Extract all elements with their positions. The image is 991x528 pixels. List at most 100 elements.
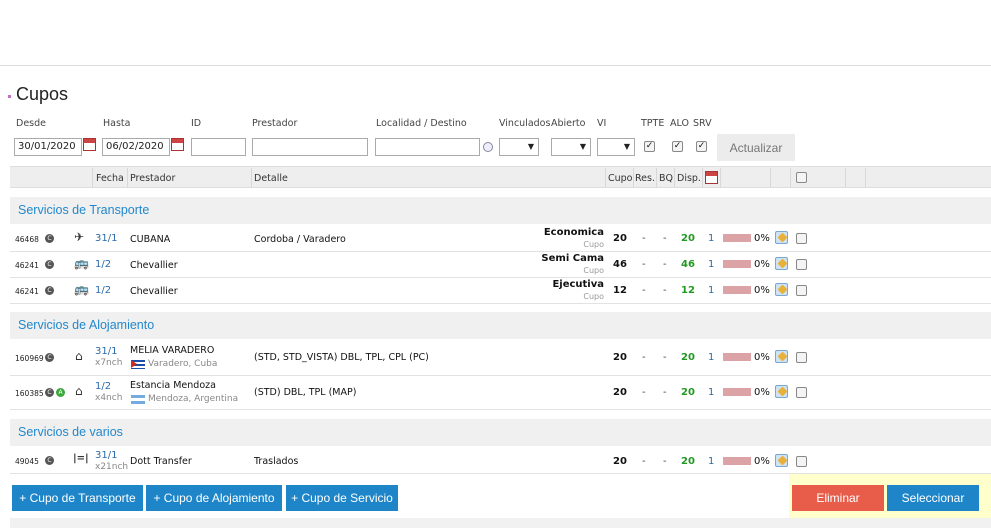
page-title-text: Cupos — [16, 84, 69, 104]
id-input[interactable] — [191, 138, 246, 156]
add-cupo-transporte-button[interactable]: + Cupo de Transporte — [12, 485, 143, 511]
row-checkbox[interactable] — [796, 387, 807, 398]
add-cupo-servicio-button[interactable]: + Cupo de Servicio — [286, 485, 398, 511]
calendar-header-icon[interactable] — [705, 171, 718, 184]
row-cupo: 20 — [613, 352, 627, 363]
localidad-search-icon[interactable] — [483, 142, 493, 152]
row-vi[interactable]: 1 — [708, 233, 714, 244]
hasta-date-input[interactable]: 06/02/2020 — [102, 138, 170, 156]
localidad-label: Localidad / Destino — [376, 118, 467, 129]
row-prestador: CUBANA — [130, 234, 171, 245]
section-varios-title: Servicios de varios — [18, 425, 123, 439]
id-label: ID — [191, 118, 202, 129]
header-res[interactable]: Res. — [635, 173, 655, 184]
status-c-icon: C — [45, 234, 54, 243]
edit-icon[interactable] — [775, 454, 788, 467]
desde-calendar-icon[interactable] — [83, 138, 96, 151]
eliminar-button[interactable]: Eliminar — [792, 485, 884, 511]
row-vi[interactable]: 1 — [708, 259, 714, 270]
row-disp: 20 — [681, 387, 695, 398]
row-pct: 0% — [754, 285, 770, 296]
row-categoria: Economica — [543, 227, 604, 238]
edit-icon[interactable] — [775, 257, 788, 270]
row-id: 160385 — [15, 389, 44, 398]
row-date[interactable]: 31/1 — [95, 233, 117, 244]
edit-icon[interactable] — [775, 231, 788, 244]
header-cupo[interactable]: Cupo — [608, 173, 633, 184]
alo-checkbox[interactable]: ✓ — [672, 141, 683, 152]
prestador-label: Prestador — [252, 118, 298, 129]
header-divider — [127, 168, 128, 187]
hotel-icon: ⌂ — [75, 349, 83, 363]
row-nights: x21nch — [95, 462, 129, 472]
section-transporte: Servicios de Transporte — [10, 197, 991, 224]
row-prestador: Estancia Mendoza — [130, 380, 216, 391]
row-date[interactable]: 31/1 — [95, 346, 117, 357]
row-checkbox[interactable] — [796, 352, 807, 363]
srv-checkbox[interactable]: ✓ — [696, 141, 707, 152]
occupancy-bar — [723, 260, 751, 268]
occupancy-bar — [723, 353, 751, 361]
row-prestador: Chevallier — [130, 286, 178, 297]
prestador-input[interactable] — [252, 138, 368, 156]
tpte-checkbox[interactable]: ✓ — [644, 141, 655, 152]
row-checkbox[interactable] — [796, 285, 807, 296]
section-alojamiento: Servicios de Alojamiento — [10, 312, 991, 339]
status-c-icon: C — [45, 286, 54, 295]
row-res: - — [642, 285, 646, 296]
hasta-calendar-icon[interactable] — [171, 138, 184, 151]
vinculados-select[interactable]: ▼ — [499, 138, 539, 156]
header-divider — [865, 168, 866, 187]
edit-icon[interactable] — [775, 350, 788, 363]
row-pct: 0% — [754, 352, 770, 363]
row-date[interactable]: 1/2 — [95, 259, 111, 270]
occupancy-bar — [723, 234, 751, 242]
title-bullet — [8, 95, 11, 98]
row-bq: - — [663, 259, 667, 270]
row-res: - — [642, 233, 646, 244]
row-id: 46241 — [15, 261, 39, 270]
actualizar-button[interactable]: Actualizar — [717, 134, 795, 161]
row-checkbox[interactable] — [796, 259, 807, 270]
row-pct: 0% — [754, 259, 770, 270]
header-disp[interactable]: Disp. — [677, 173, 701, 184]
row-checkbox[interactable] — [796, 233, 807, 244]
row-checkbox[interactable] — [796, 456, 807, 467]
desde-date-input[interactable]: 30/01/2020 — [14, 138, 82, 156]
edit-icon[interactable] — [775, 283, 788, 296]
row-vi[interactable]: 1 — [708, 456, 714, 467]
desde-label: Desde — [16, 118, 46, 129]
srv-label: SRV — [693, 118, 712, 129]
header-fecha[interactable]: Fecha — [96, 173, 124, 184]
header-bq[interactable]: BQ — [659, 173, 673, 184]
row-nights: x4nch — [95, 393, 123, 403]
row-bq: - — [663, 233, 667, 244]
header-detalle[interactable]: Detalle — [254, 173, 288, 184]
row-vi[interactable]: 1 — [708, 285, 714, 296]
select-all-checkbox[interactable] — [796, 172, 807, 183]
row-date[interactable]: 1/2 — [95, 381, 111, 392]
chevron-down-icon: ▼ — [623, 142, 630, 151]
row-location: Varadero, Cuba — [148, 359, 218, 369]
section-transporte-title: Servicios de Transporte — [18, 203, 150, 217]
add-cupo-alojamiento-button[interactable]: + Cupo de Alojamiento — [146, 485, 282, 511]
row-id: 49045 — [15, 457, 39, 466]
status-a-icon: A — [56, 388, 65, 397]
row-detalle: Traslados — [254, 456, 299, 467]
seleccionar-button[interactable]: Seleccionar — [887, 485, 979, 511]
abierto-select[interactable]: ▼ — [551, 138, 591, 156]
header-prestador[interactable]: Prestador — [130, 173, 175, 184]
status-c-icon: C — [45, 353, 54, 362]
section-alojamiento-title: Servicios de Alojamiento — [18, 318, 155, 332]
row-date[interactable]: 31/1 — [95, 450, 117, 461]
row-cupo-label: Cupo — [583, 292, 604, 301]
bus-icon: 🚌 — [74, 282, 89, 296]
row-bq: - — [663, 352, 667, 363]
edit-icon[interactable] — [775, 385, 788, 398]
localidad-input[interactable] — [375, 138, 480, 156]
row-vi[interactable]: 1 — [708, 387, 714, 398]
vi-select[interactable]: ▼ — [597, 138, 635, 156]
row-date[interactable]: 1/2 — [95, 285, 111, 296]
alo-label: ALO — [670, 118, 689, 129]
row-vi[interactable]: 1 — [708, 352, 714, 363]
